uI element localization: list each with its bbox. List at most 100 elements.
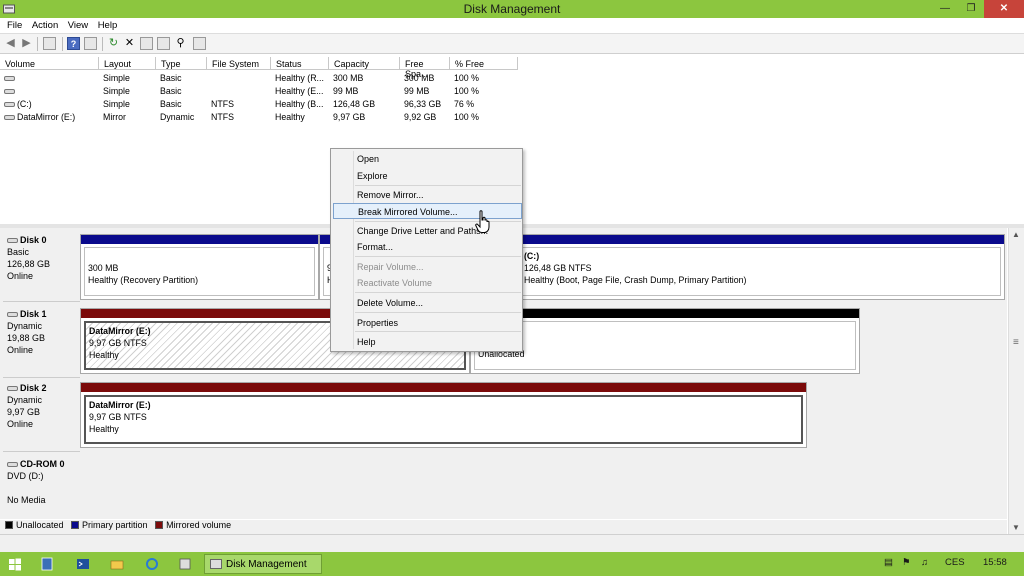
restore-button[interactable]: ❐: [958, 0, 984, 18]
cdrom-0-type: DVD (D:): [7, 471, 44, 481]
column-header-percent-free[interactable]: % Free: [450, 57, 518, 70]
language-indicator[interactable]: CES: [945, 557, 965, 568]
scroll-down-icon[interactable]: ▼: [1012, 523, 1020, 532]
powershell-icon[interactable]: [76, 555, 90, 573]
volume-type: Basic: [160, 86, 182, 96]
refresh-icon[interactable]: ↻: [107, 37, 120, 50]
menu-item-properties[interactable]: Properties: [333, 315, 522, 331]
column-header-layout[interactable]: Layout: [99, 57, 156, 70]
menu-help[interactable]: Help: [91, 18, 118, 31]
column-header-capacity[interactable]: Capacity: [329, 57, 400, 70]
disk-0-size: 126,88 GB: [7, 259, 51, 269]
volume-fs: NTFS: [211, 112, 234, 122]
menu-bar: File Action View Help: [0, 18, 1024, 34]
partition-datamirror-disk2[interactable]: DataMirror (E:) 9,97 GB NTFS Healthy: [80, 382, 807, 448]
disk-properties-icon[interactable]: [157, 37, 170, 50]
menu-item-change-drive-letter[interactable]: Change Drive Letter and Paths...: [333, 223, 522, 239]
volume-tray-icon[interactable]: ♫: [921, 557, 928, 568]
menu-separator: [355, 331, 521, 332]
disk-icon: [7, 238, 18, 244]
scroll-thumb-grip-icon[interactable]: ≡: [1013, 338, 1019, 350]
cdrom-0-label[interactable]: CD-ROM 0 DVD (D:) No Media: [3, 456, 80, 516]
column-header-type[interactable]: Type: [156, 57, 207, 70]
partition-bar: [471, 309, 859, 318]
tool-icon[interactable]: [193, 37, 206, 50]
volume-row[interactable]: Simple Basic Healthy (E... 99 MB 99 MB 1…: [0, 85, 520, 98]
menu-separator: [355, 292, 521, 293]
toolbar-separator: [102, 37, 103, 51]
disk-2-label[interactable]: Disk 2 Dynamic 9,97 GB Online: [3, 380, 80, 452]
volume-free: 99 MB: [404, 86, 430, 96]
volume-layout: Simple: [103, 86, 130, 96]
volume-layout: Simple: [103, 99, 130, 109]
clock[interactable]: 15:58: [983, 557, 1007, 568]
partition-size: [478, 336, 852, 348]
menu-item-remove-mirror[interactable]: Remove Mirror...: [333, 187, 522, 203]
column-header-file-system[interactable]: File System: [207, 57, 271, 70]
volume-pct-free: 76 %: [454, 99, 475, 109]
cdrom-0-title: CD-ROM 0: [7, 458, 80, 470]
volume-row[interactable]: DataMirror (E:) Mirror Dynamic NTFS Heal…: [0, 111, 520, 124]
partition-c[interactable]: (C:) 126,48 GB NTFS Healthy (Boot, Page …: [516, 234, 1005, 300]
back-icon[interactable]: ◀: [4, 37, 17, 50]
forward-icon[interactable]: ▶: [20, 37, 33, 50]
toolbar: ◀ ▶ ? ↻ ✕ ⚲: [0, 34, 1024, 54]
menu-separator: [355, 256, 521, 257]
volume-disk-icon: [4, 89, 15, 95]
server-manager-icon[interactable]: [40, 555, 54, 573]
partition-size: 126,48 GB NTFS: [524, 263, 592, 273]
column-header-free-space[interactable]: Free Spa...: [400, 57, 450, 79]
menu-item-open[interactable]: Open: [333, 151, 522, 167]
partition-unallocated-disk1[interactable]: Unallocated: [470, 308, 860, 374]
menu-item-explore[interactable]: Explore: [333, 168, 522, 184]
menu-item-help[interactable]: Help: [333, 334, 522, 350]
column-header-status[interactable]: Status: [271, 57, 329, 70]
internet-explorer-icon[interactable]: [145, 555, 159, 573]
delete-icon[interactable]: ✕: [123, 37, 136, 50]
volume-capacity: 126,48 GB: [333, 99, 376, 109]
properties-icon[interactable]: [84, 37, 97, 50]
volume-fs: NTFS: [211, 99, 234, 109]
disk-0-type: Basic: [7, 247, 30, 257]
partition-body: Unallocated: [474, 321, 856, 370]
column-header-volume[interactable]: Volume: [0, 57, 99, 70]
flag-tray-icon[interactable]: ⚑: [902, 557, 911, 568]
disk-1-label[interactable]: Disk 1 Dynamic 19,88 GB Online: [3, 306, 80, 378]
disk-2-status: Online: [7, 419, 34, 429]
disk-2-title: Disk 2: [7, 382, 80, 394]
status-bar: [0, 534, 1024, 552]
menu-item-format[interactable]: Format...: [333, 239, 522, 255]
disk-0-label[interactable]: Disk 0 Basic 126,88 GB Online: [3, 232, 80, 302]
legend: Unallocated Primary partition Mirrored v…: [0, 520, 1007, 534]
menu-view[interactable]: View: [61, 18, 88, 31]
volume-row[interactable]: Simple Basic Healthy (R... 300 MB 300 MB…: [0, 72, 520, 85]
menu-item-delete-volume[interactable]: Delete Volume...: [333, 295, 522, 311]
scroll-up-icon[interactable]: ▲: [1012, 230, 1020, 239]
network-tray-icon[interactable]: ▤: [884, 557, 893, 568]
cdrom-0-size: [7, 482, 80, 494]
volume-free: 96,33 GB: [404, 99, 442, 109]
menu-file[interactable]: File: [0, 18, 22, 31]
help-icon[interactable]: ?: [67, 37, 80, 50]
volume-capacity: 300 MB: [333, 73, 364, 83]
title-bar: Disk Management — ❐ ✕: [0, 0, 1024, 18]
volume-row[interactable]: (C:) Simple Basic NTFS Healthy (B... 126…: [0, 98, 520, 111]
menu-item-break-mirrored-volume[interactable]: Break Mirrored Volume...: [333, 203, 522, 219]
volume-name: DataMirror (E:): [4, 112, 75, 122]
minimize-button[interactable]: —: [932, 0, 958, 18]
partition-bar: [517, 235, 1004, 244]
console-tree-icon[interactable]: [43, 37, 56, 50]
disk-2-type: Dynamic: [7, 395, 43, 405]
vertical-scrollbar[interactable]: ▲ ≡ ▼: [1008, 228, 1024, 534]
partition-status: Healthy (Recovery Partition): [88, 275, 198, 285]
checkmark-icon[interactable]: [140, 37, 153, 50]
close-button[interactable]: ✕: [984, 0, 1024, 18]
partition-body: 300 MB Healthy (Recovery Partition): [84, 247, 315, 296]
windows-start-icon[interactable]: [8, 555, 22, 573]
file-explorer-icon[interactable]: [110, 555, 124, 573]
taskbar-button-disk-management[interactable]: Disk Management: [204, 554, 322, 574]
partition-recovery[interactable]: 300 MB Healthy (Recovery Partition): [80, 234, 319, 300]
search-icon[interactable]: ⚲: [174, 37, 187, 50]
app-icon[interactable]: [178, 555, 192, 573]
menu-action[interactable]: Action: [25, 18, 58, 31]
